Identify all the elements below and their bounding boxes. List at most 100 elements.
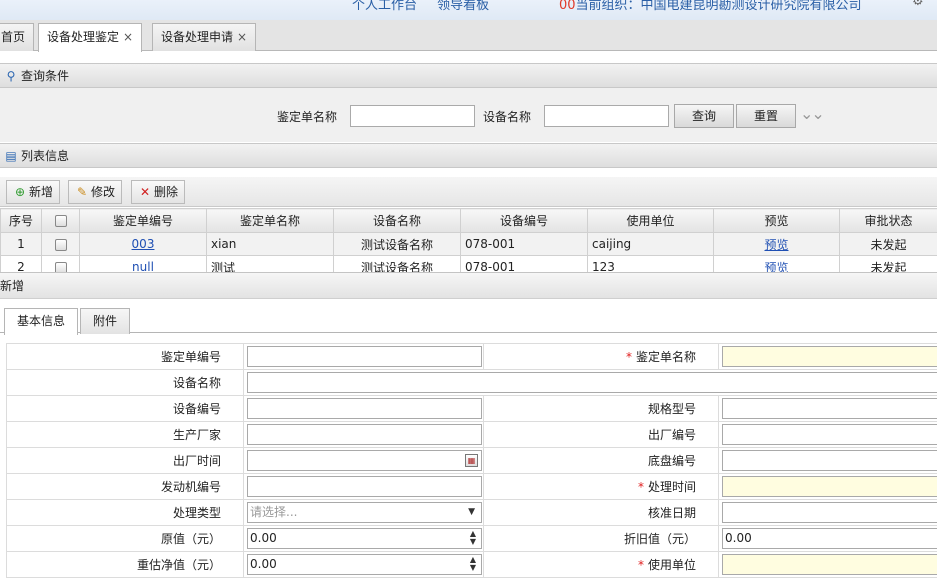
form-name-label-cell: * 鉴定单名称 bbox=[483, 343, 719, 370]
row-use-unit: 123 bbox=[587, 255, 714, 272]
search-icon: ⚲ bbox=[6, 69, 16, 83]
col-header-device-no[interactable]: 设备编号 bbox=[460, 208, 588, 233]
factory-no-cell bbox=[718, 421, 937, 448]
chassis-no-input[interactable] bbox=[722, 450, 937, 471]
delete-icon: ✕ bbox=[139, 185, 151, 199]
row-checkbox[interactable] bbox=[54, 238, 67, 251]
col-header-preview[interactable]: 预览 bbox=[713, 208, 840, 233]
edit-button[interactable]: ✎ 修改 bbox=[68, 180, 123, 204]
device-name-label: 设备名称 bbox=[6, 369, 244, 396]
table-row[interactable]: 2 null 测试 测试设备名称 078-001 123 预览 未发起 bbox=[0, 255, 937, 273]
row-device-name: 测试设备名称 bbox=[333, 255, 461, 272]
list-panel-title: 列表信息 bbox=[21, 149, 70, 163]
tab-attachments[interactable]: 附件 bbox=[80, 308, 131, 334]
process-time-input[interactable] bbox=[722, 476, 937, 497]
device-no-input[interactable] bbox=[247, 398, 482, 419]
col-header-form-name[interactable]: 鉴定单名称 bbox=[206, 208, 334, 233]
col-header-checkbox[interactable] bbox=[41, 208, 80, 233]
row-preview-link[interactable]: 预览 bbox=[764, 238, 788, 252]
tab-basic-info[interactable]: 基本信息 bbox=[4, 308, 79, 335]
row-use-unit: caijing bbox=[587, 232, 714, 256]
row-form-code-cell: 003 bbox=[79, 232, 207, 256]
original-value-stepper[interactable]: 0.00 ▲ ▼ bbox=[247, 528, 482, 549]
tab-home[interactable]: 首页 bbox=[0, 23, 35, 51]
close-icon[interactable]: × bbox=[123, 30, 133, 44]
engine-no-input[interactable] bbox=[247, 476, 482, 497]
chassis-no-label: 底盘编号 bbox=[483, 447, 719, 474]
form-row: 出厂时间 ▦ 底盘编号 bbox=[6, 447, 937, 474]
engine-no-cell bbox=[243, 473, 484, 500]
query-panel-header: ⚲ 查询条件 bbox=[0, 63, 937, 88]
chevron-down-icon[interactable]: ▼ bbox=[468, 503, 475, 522]
col-header-use-unit[interactable]: 使用单位 bbox=[587, 208, 714, 233]
add-button[interactable]: ⊕ 新增 bbox=[6, 180, 61, 204]
row-form-name: xian bbox=[206, 232, 334, 256]
row-checkbox[interactable] bbox=[54, 261, 67, 272]
form-row: 生产厂家 出厂编号 bbox=[6, 421, 937, 448]
depreciation-value-input[interactable]: 0.00 bbox=[722, 528, 937, 549]
add-button-label: 新增 bbox=[29, 185, 54, 199]
device-name-search-input[interactable] bbox=[544, 105, 669, 127]
spec-model-cell bbox=[718, 395, 937, 422]
table-row[interactable]: 1 003 xian 测试设备名称 078-001 caijing 预览 未发起 bbox=[0, 232, 937, 256]
nav-personal-workbench[interactable]: 个人工作台 bbox=[352, 0, 417, 13]
depreciation-value-cell: 0.00 bbox=[718, 525, 937, 552]
row-form-code-link[interactable]: 003 bbox=[132, 237, 155, 251]
add-icon: ⊕ bbox=[14, 185, 26, 199]
tab-device-application[interactable]: 设备处理申请 × bbox=[152, 23, 257, 51]
original-value-cell: 0.00 ▲ ▼ bbox=[243, 525, 484, 552]
col-header-device-name[interactable]: 设备名称 bbox=[333, 208, 461, 233]
process-time-cell bbox=[718, 473, 937, 500]
list-grid-container: 序号 鉴定单编号 鉴定单名称 设备名称 设备编号 使用单位 预览 审批状态 1 … bbox=[0, 208, 937, 272]
factory-time-cell: ▦ bbox=[243, 447, 484, 474]
spec-model-input[interactable] bbox=[722, 398, 937, 419]
nav-leader-dashboard[interactable]: 领导看板 bbox=[437, 0, 489, 13]
query-form: 鉴定单名称 设备名称 查询 重置 ⌄⌄ bbox=[0, 88, 937, 142]
calendar-icon[interactable]: ▦ bbox=[465, 454, 478, 467]
row-form-code-cell: null bbox=[79, 255, 207, 272]
spinner-arrows-icon[interactable]: ▲ ▼ bbox=[470, 530, 476, 546]
form-row: 处理类型 请选择... ▼ 核准日期 bbox=[6, 499, 937, 526]
use-unit-label: 使用单位 bbox=[647, 558, 696, 572]
expand-chevron-icon[interactable]: ⌄⌄ bbox=[800, 104, 825, 123]
use-unit-label-cell: * 使用单位 bbox=[483, 551, 719, 578]
factory-time-input[interactable]: ▦ bbox=[247, 450, 482, 471]
original-value-text: 0.00 bbox=[250, 531, 277, 545]
form-name-search-input[interactable] bbox=[350, 105, 475, 127]
page-tab-strip: 首页 设备处理鉴定 × 设备处理申请 × bbox=[0, 20, 937, 52]
settings-icon[interactable]: ⚙ bbox=[912, 0, 924, 9]
row-preview-link[interactable]: 预览 bbox=[764, 261, 788, 273]
tab-device-appraisal[interactable]: 设备处理鉴定 × bbox=[38, 23, 143, 52]
form-row: 原值（元） 0.00 ▲ ▼ 折旧值（元） 0.00 bbox=[6, 525, 937, 552]
factory-time-label: 出厂时间 bbox=[6, 447, 244, 474]
factory-no-input[interactable] bbox=[722, 424, 937, 445]
col-header-no: 序号 bbox=[0, 208, 42, 233]
org-prefix: 00 bbox=[559, 0, 576, 13]
process-type-placeholder: 请选择... bbox=[250, 505, 298, 519]
select-all-checkbox[interactable] bbox=[54, 215, 67, 227]
delete-button[interactable]: ✕ 删除 bbox=[131, 180, 186, 204]
tab-home-label: 首页 bbox=[1, 30, 26, 44]
approve-date-input[interactable] bbox=[722, 502, 937, 523]
reset-button[interactable]: 重置 bbox=[736, 104, 796, 128]
appraisal-form: 鉴定单编号 * 鉴定单名称 设备名称 设备编号 规格型号 生产厂家 出厂编号 出厂… bbox=[6, 343, 937, 578]
row-form-code-link[interactable]: null bbox=[132, 260, 154, 272]
col-header-status[interactable]: 审批状态 bbox=[839, 208, 937, 233]
search-button[interactable]: 查询 bbox=[674, 104, 734, 128]
form-name-label: 鉴定单名称 bbox=[277, 110, 338, 124]
col-header-form-code[interactable]: 鉴定单编号 bbox=[79, 208, 207, 233]
spinner-arrows-icon[interactable]: ▲ ▼ bbox=[470, 556, 476, 572]
row-checkbox-cell[interactable] bbox=[41, 232, 80, 256]
reassess-value-stepper[interactable]: 0.00 ▲ ▼ bbox=[247, 554, 482, 575]
row-form-name: 测试 bbox=[206, 255, 334, 272]
close-icon[interactable]: × bbox=[237, 30, 247, 44]
form-code-input[interactable] bbox=[247, 346, 482, 367]
process-type-select[interactable]: 请选择... ▼ bbox=[247, 502, 482, 523]
device-name-input[interactable] bbox=[247, 372, 937, 393]
form-name-input[interactable] bbox=[722, 346, 937, 367]
row-no: 1 bbox=[0, 232, 42, 256]
reassess-value-text: 0.00 bbox=[250, 557, 277, 571]
use-unit-input[interactable] bbox=[722, 554, 937, 575]
row-checkbox-cell[interactable] bbox=[41, 255, 80, 272]
manufacturer-input[interactable] bbox=[247, 424, 482, 445]
